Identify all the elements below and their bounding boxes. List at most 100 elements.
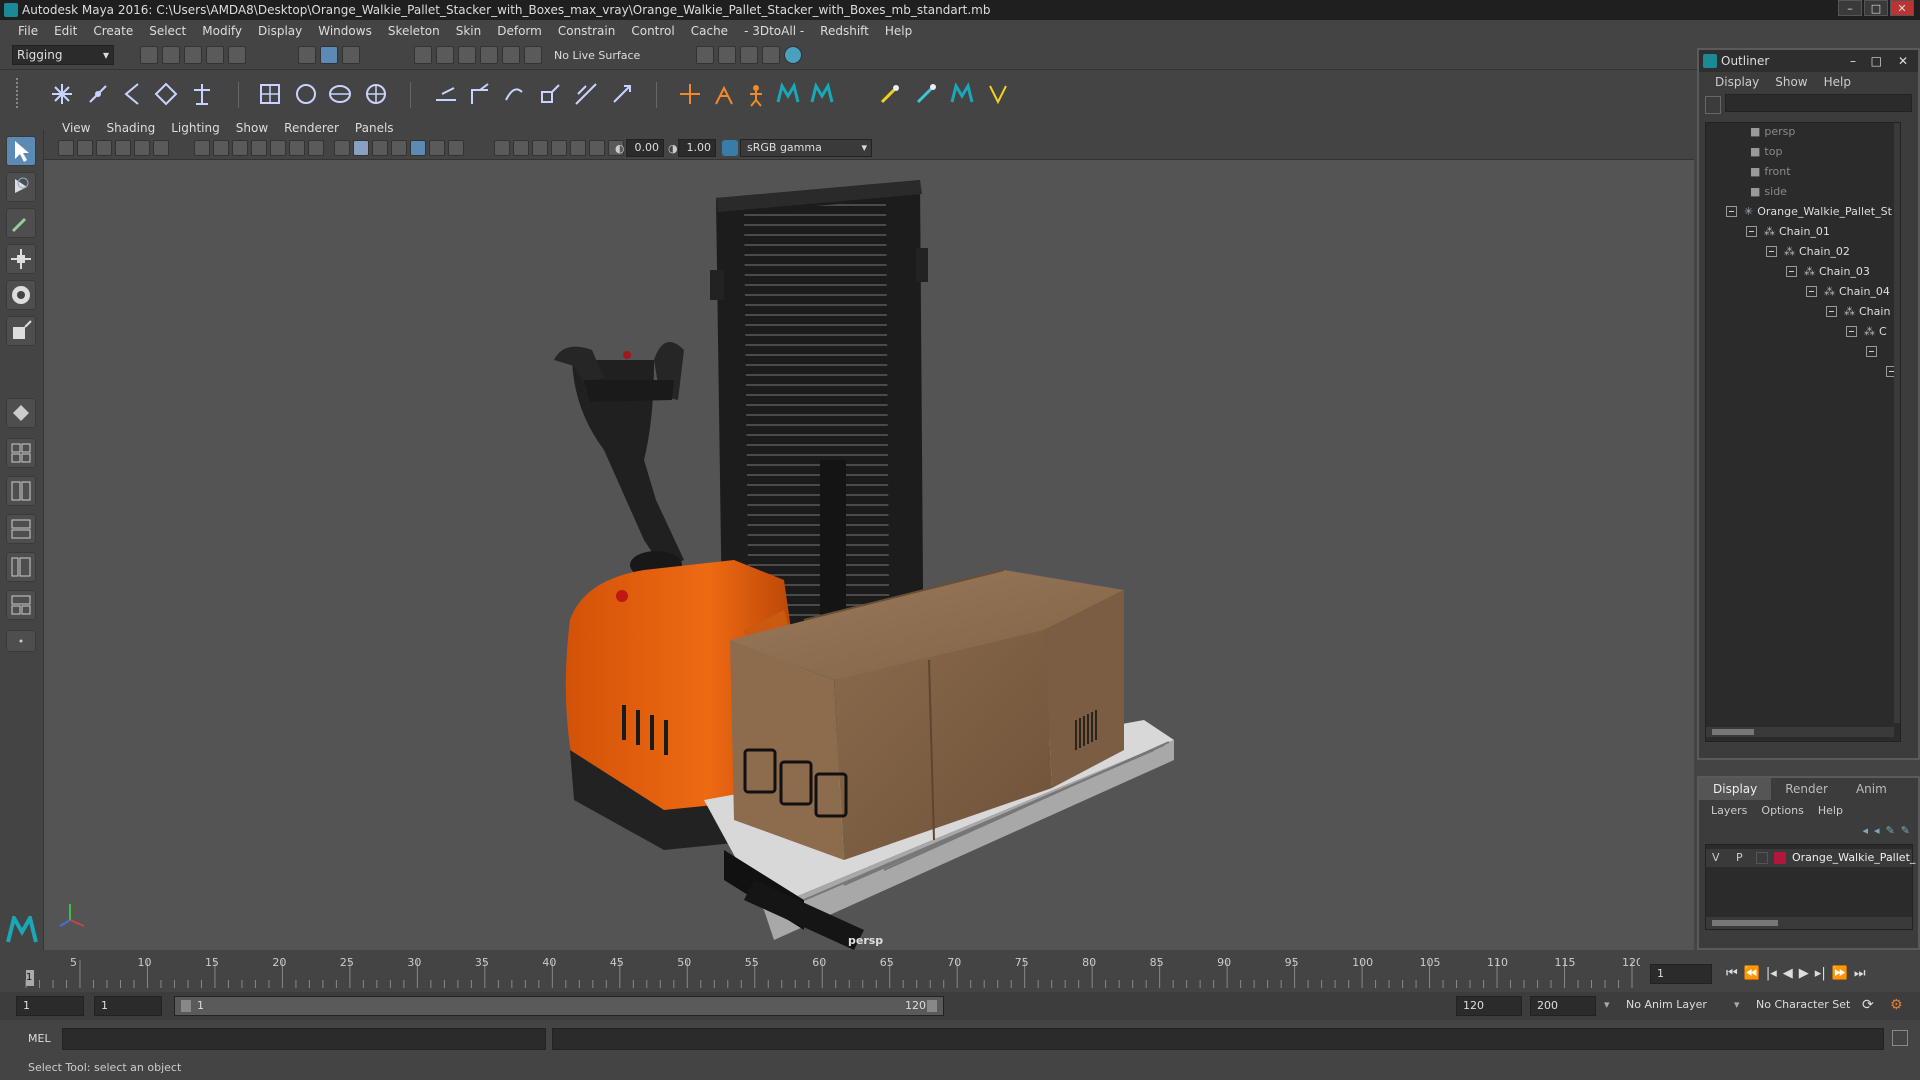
film-gate-icon[interactable] [213,140,229,156]
viewport-persp[interactable]: persp [44,160,1694,950]
lasso-tool-icon[interactable] [6,172,36,202]
anim-end-field[interactable]: 120 [1456,996,1522,1016]
select-camera-icon[interactable] [58,140,74,156]
snap-view-icon[interactable] [480,46,498,64]
select-tool-icon[interactable] [6,136,36,166]
menu-cache[interactable]: Cache [683,24,736,38]
menu-create[interactable]: Create [85,24,141,38]
outliner-item-side[interactable]: ■ side [1750,183,1787,201]
menu-edit[interactable]: Edit [46,24,85,38]
undo-icon[interactable] [206,46,224,64]
exposure-field[interactable]: 0.00 [626,139,664,157]
smooth-shade-icon[interactable] [353,140,369,156]
ipr-render-icon[interactable] [740,46,758,64]
panel-menu-view[interactable]: View [54,121,98,135]
outliner-menu-display[interactable]: Display [1715,75,1759,89]
image-plane-icon[interactable] [115,140,131,156]
layer-menu-help[interactable]: Help [1818,804,1843,817]
menu-modify[interactable]: Modify [194,24,250,38]
new-scene-icon[interactable] [140,46,158,64]
paint-select-icon[interactable] [6,208,36,238]
live-surface-field[interactable]: No Live Surface [554,46,654,66]
colorspace-dropdown[interactable]: sRGB gamma ▾ [740,139,872,157]
chevron-down-icon[interactable]: ▾ [1604,998,1610,1011]
safe-action-icon[interactable] [289,140,305,156]
horizontal-scrollbar[interactable] [1706,727,1894,737]
bind-skin-icon[interactable] [152,80,180,108]
wireframe-icon[interactable] [334,140,350,156]
step-back-key-icon[interactable]: ⏪ [1744,966,1760,981]
aim-constraint-icon[interactable] [466,80,494,108]
range-end-handle[interactable] [927,1000,937,1012]
anim-layer-dropdown[interactable]: No Anim Layer [1626,998,1707,1011]
mode-selector[interactable]: Rigging ▾ [12,45,114,65]
auto-key-icon[interactable]: ⟳ [1862,997,1874,1013]
cluster-icon[interactable] [292,80,320,108]
grease-pencil-icon[interactable] [153,140,169,156]
minimize-button[interactable]: – [1838,0,1862,16]
hik-icon[interactable] [742,80,770,108]
layout-two-side-icon[interactable] [6,476,36,506]
vertical-scrollbar[interactable] [1894,123,1900,723]
snap-live-icon[interactable] [524,46,542,64]
shadows-icon[interactable] [429,140,445,156]
time-slider[interactable]: 5 10 15 20 25 30 35 40 45 50 55 60 65 70 75 80 85 90 95 100… [0,950,1920,992]
new-layer-icon[interactable]: ✎ [1886,824,1895,837]
menu-skin[interactable]: Skin [448,24,490,38]
collapse-icon[interactable] [1726,206,1737,217]
lights-icon[interactable] [410,140,426,156]
select-hierarchy-icon[interactable] [298,46,316,64]
hypershade-icon[interactable] [784,46,802,64]
select-object-icon[interactable] [320,46,338,64]
outliner-item-chain-05[interactable]: ⁂ Chain [1826,303,1890,321]
render-settings-icon[interactable] [696,46,714,64]
layer-menu-options[interactable]: Options [1761,804,1803,817]
range-start-handle[interactable] [181,1000,191,1012]
layer-color-swatch[interactable] [1774,852,1786,864]
gamma-icon[interactable]: ◑ [668,142,678,155]
resolution-gate-icon[interactable] [232,140,248,156]
outliner-item-persp[interactable]: ■ persp [1750,123,1795,141]
menu-help[interactable]: Help [877,24,920,38]
panel-menu-panels[interactable]: Panels [347,121,402,135]
maximize-button[interactable]: □ [1871,50,1882,72]
ambient-occlusion-icon[interactable] [448,140,464,156]
outliner-item-top[interactable]: ■ top [1750,143,1782,161]
shaded-wire-icon[interactable] [372,140,388,156]
field-chart-icon[interactable] [270,140,286,156]
menu-windows[interactable]: Windows [310,24,380,38]
shelf-menu-icon[interactable] [16,78,28,108]
layer-menu-layers[interactable]: Layers [1711,804,1747,817]
maya-m3-icon[interactable] [948,80,976,108]
command-input[interactable] [62,1028,546,1050]
menu-redshift[interactable]: Redshift [812,24,877,38]
chevron-down-icon[interactable]: ▾ [1734,998,1740,1011]
outliner-menu-show[interactable]: Show [1775,75,1807,89]
xray-icon[interactable] [570,140,586,156]
gate-mask-icon[interactable] [251,140,267,156]
exposure-icon[interactable]: ◐ [615,142,625,155]
save-scene-icon[interactable] [184,46,202,64]
go-to-end-icon[interactable]: ⏭ [1854,966,1866,981]
layer-name[interactable]: Orange_Walkie_Pallet_ [1792,851,1915,864]
depth-of-field-icon[interactable] [532,140,548,156]
outliner-item-root[interactable]: ✳ Orange_Walkie_Pallet_St [1726,203,1892,221]
brush-icon[interactable] [912,80,940,108]
close-button[interactable]: ✕ [1890,0,1914,16]
minimize-button[interactable]: – [1850,50,1856,72]
scale-constraint-icon[interactable] [536,80,564,108]
snap-surface-icon[interactable] [502,46,520,64]
scale-tool-icon[interactable] [6,316,36,346]
scroll-thumb[interactable] [1712,729,1754,735]
current-frame-field[interactable]: 1 [1650,964,1712,984]
outliner-search-input[interactable] [1725,94,1912,112]
preferences-icon[interactable]: ⚙ [1890,997,1903,1013]
anti-alias-icon[interactable] [513,140,529,156]
scroll-thumb[interactable] [1712,920,1778,926]
move-layer-up-icon[interactable]: ◂ [1863,824,1869,837]
select-component-icon[interactable] [342,46,360,64]
move-tool-icon[interactable] [6,244,36,274]
collapse-icon[interactable] [1786,266,1797,277]
bookmark-icon[interactable] [96,140,112,156]
point-constraint-icon[interactable] [432,80,460,108]
